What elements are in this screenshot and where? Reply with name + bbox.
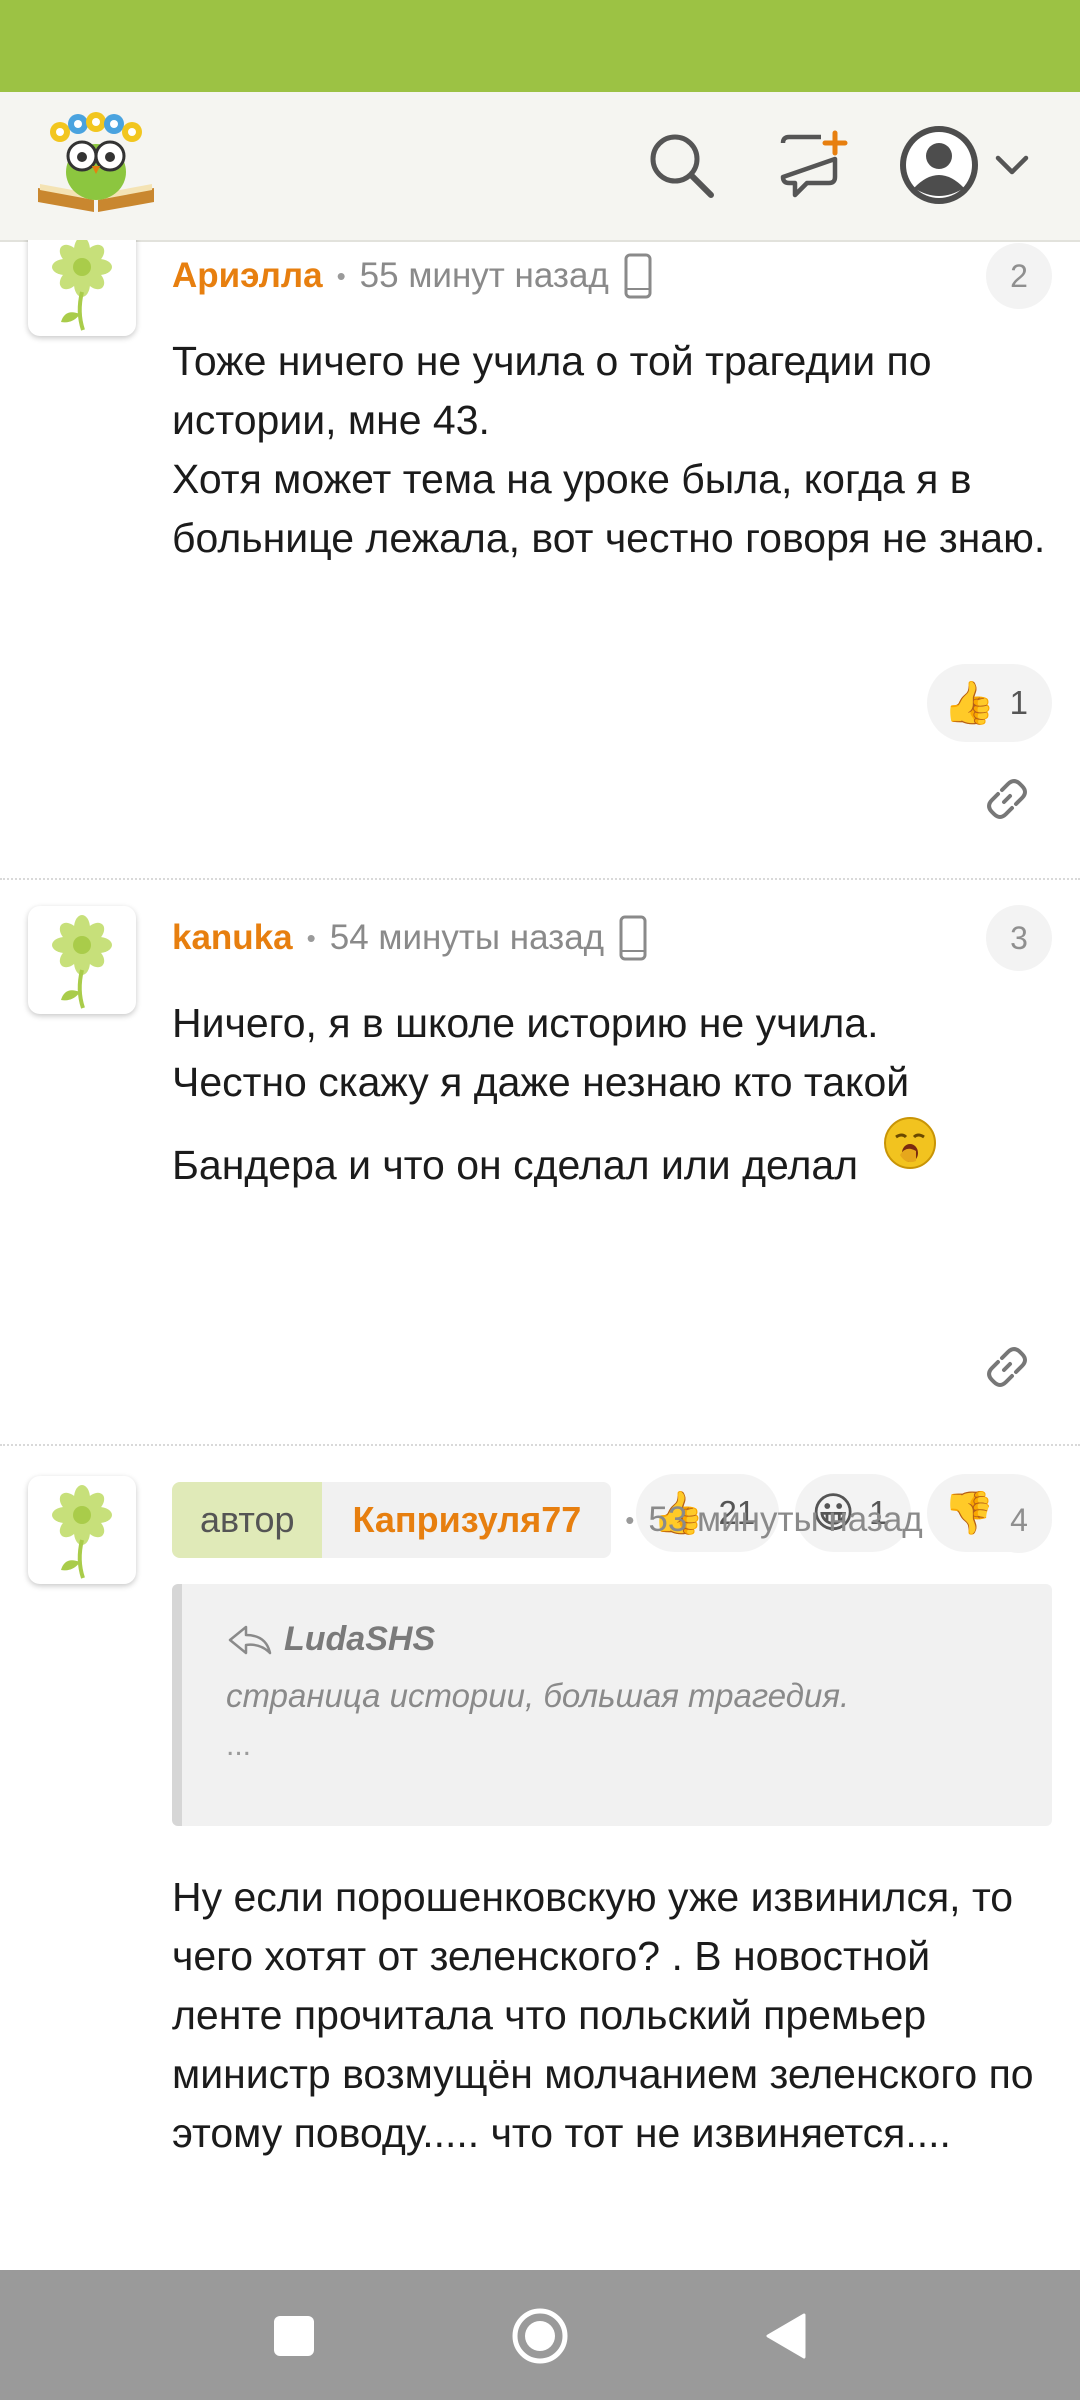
recent-apps-button[interactable]: [256, 2298, 332, 2374]
back-button[interactable]: [748, 2298, 824, 2374]
quote-author[interactable]: LudaSHS: [226, 1620, 1052, 1659]
owl-book-logo[interactable]: [34, 110, 158, 218]
circle-icon: [512, 2308, 568, 2364]
comment-time[interactable]: 55 минут назад: [360, 256, 609, 296]
yawning-smiley-icon: [882, 1115, 938, 1187]
comment-meta: Ариэлла • 55 минут назад: [172, 246, 653, 306]
comment-text: Ничего, я в школе историю не учила. Чест…: [172, 994, 1052, 1195]
user-menu[interactable]: [898, 120, 1038, 210]
comment-author[interactable]: kanuka: [172, 918, 293, 958]
user-avatar-icon[interactable]: [898, 124, 980, 206]
comment-time[interactable]: 54 минуты назад: [330, 918, 604, 958]
new-message-icon[interactable]: [772, 124, 854, 206]
link-icon[interactable]: [982, 774, 1032, 824]
reaction-like-button[interactable]: 👍 1: [927, 664, 1052, 742]
link-icon[interactable]: [982, 1342, 1032, 1392]
reactions-bar: 👍 1: [927, 664, 1052, 742]
comment-author[interactable]: Капризуля77: [322, 1482, 612, 1558]
status-bar: [0, 0, 1080, 92]
comment-text: Тоже ничего не учила о той трагедии по и…: [172, 338, 1046, 561]
quote-expand[interactable]: ...: [226, 1729, 1052, 1763]
quote-text: страница истории, большая трагедия.: [226, 1677, 850, 1714]
comment-text: Ну если порошенковскую уже извинился, то…: [172, 1874, 1034, 2156]
comment-meta: автор Капризуля77 • 53 минуты назад: [172, 1482, 962, 1558]
search-icon[interactable]: [640, 124, 722, 206]
mobile-device-icon: [623, 252, 653, 300]
comment-author[interactable]: Ариэлла: [172, 256, 323, 296]
thumbs-up-icon: 👍: [943, 678, 996, 727]
app-header: [0, 92, 1080, 242]
reply-arrow-icon: [228, 1625, 272, 1654]
comments-list: Ариэлла • 55 минут назад 2 Тоже ничего н…: [0, 240, 1080, 2270]
author-label: автор: [172, 1482, 323, 1558]
comment-time[interactable]: 53 минуты назад: [648, 1500, 922, 1540]
user-avatar[interactable]: [28, 240, 136, 336]
user-avatar[interactable]: [28, 1476, 136, 1584]
comment-divider: [0, 1444, 1080, 1446]
triangle-back-icon: [766, 2313, 806, 2359]
mobile-device-icon: [618, 914, 648, 962]
flower-icon: [52, 240, 112, 331]
square-icon: [274, 2316, 314, 2356]
comment-number-badge[interactable]: 2: [986, 243, 1052, 309]
home-button[interactable]: [502, 2298, 578, 2374]
comment-number-badge[interactable]: 4: [986, 1487, 1052, 1553]
flower-icon: [52, 1485, 112, 1579]
flower-icon: [52, 915, 112, 1009]
comment-number-badge[interactable]: 3: [986, 905, 1052, 971]
comment-divider: [0, 878, 1080, 880]
author-tag[interactable]: автор Капризуля77: [172, 1482, 612, 1558]
system-nav-bar: [0, 2270, 1080, 2400]
chevron-down-icon[interactable]: [992, 150, 1032, 180]
comment-meta: kanuka • 54 минуты назад: [172, 908, 648, 968]
quote-block: LudaSHS страница истории, большая трагед…: [172, 1584, 1052, 1826]
user-avatar[interactable]: [28, 906, 136, 1014]
reaction-count: 1: [1009, 684, 1028, 721]
